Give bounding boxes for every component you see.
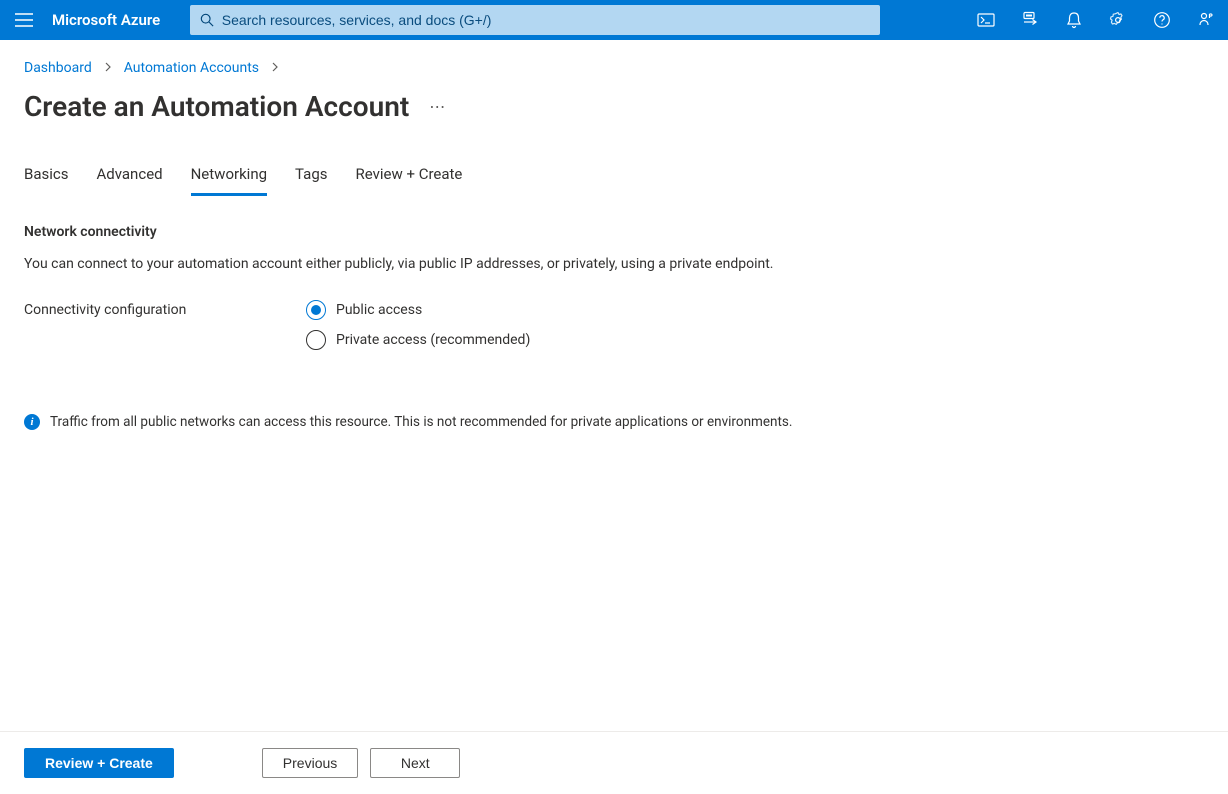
feedback-button[interactable] xyxy=(1184,0,1228,40)
breadcrumb: Dashboard Automation Accounts xyxy=(24,60,1204,76)
search-icon xyxy=(191,13,222,27)
notifications-button[interactable] xyxy=(1052,0,1096,40)
filter-icon xyxy=(1021,11,1039,29)
info-banner: i Traffic from all public networks can a… xyxy=(24,414,1204,430)
breadcrumb-automation-accounts[interactable]: Automation Accounts xyxy=(124,60,259,76)
next-button[interactable]: Next xyxy=(370,748,460,778)
previous-button[interactable]: Previous xyxy=(262,748,358,778)
tab-review-create[interactable]: Review + Create xyxy=(356,165,463,196)
page-title: Create an Automation Account xyxy=(24,90,409,123)
section-title: Network connectivity xyxy=(24,224,1204,240)
radio-dot-icon xyxy=(306,300,326,320)
brand-label[interactable]: Microsoft Azure xyxy=(48,11,178,29)
connectivity-label: Connectivity configuration xyxy=(24,300,306,318)
radio-public-access-label: Public access xyxy=(336,302,422,318)
search-input[interactable] xyxy=(222,12,879,28)
top-icon-tray xyxy=(964,0,1228,40)
breadcrumb-dashboard[interactable]: Dashboard xyxy=(24,60,92,76)
hamburger-icon xyxy=(15,13,33,27)
connectivity-field: Connectivity configuration Public access… xyxy=(24,300,1204,350)
tab-advanced[interactable]: Advanced xyxy=(97,165,163,196)
top-nav: Microsoft Azure xyxy=(0,0,1228,40)
global-search[interactable] xyxy=(190,5,880,35)
cloud-shell-icon xyxy=(977,12,995,28)
tab-strip: Basics Advanced Networking Tags Review +… xyxy=(24,165,1204,196)
feedback-icon xyxy=(1197,11,1215,29)
radio-public-access[interactable]: Public access xyxy=(306,300,530,320)
help-icon xyxy=(1153,11,1171,29)
page-content: Dashboard Automation Accounts Create an … xyxy=(0,40,1228,794)
review-create-button[interactable]: Review + Create xyxy=(24,748,174,778)
more-actions-button[interactable]: ⋯ xyxy=(425,93,449,120)
chevron-right-icon xyxy=(104,61,112,75)
directory-filter-button[interactable] xyxy=(1008,0,1052,40)
info-text: Traffic from all public networks can acc… xyxy=(50,414,792,430)
tab-tags[interactable]: Tags xyxy=(295,165,327,196)
radio-private-access[interactable]: Private access (recommended) xyxy=(306,330,530,350)
radio-dot-icon xyxy=(306,330,326,350)
bell-icon xyxy=(1066,11,1082,29)
wizard-footer: Review + Create Previous Next xyxy=(0,731,1228,794)
tab-networking[interactable]: Networking xyxy=(191,165,267,196)
settings-button[interactable] xyxy=(1096,0,1140,40)
chevron-right-icon xyxy=(271,61,279,75)
gear-icon xyxy=(1109,11,1127,29)
tab-basics[interactable]: Basics xyxy=(24,165,69,196)
radio-private-access-label: Private access (recommended) xyxy=(336,332,530,348)
menu-toggle[interactable] xyxy=(0,0,48,40)
cloud-shell-button[interactable] xyxy=(964,0,1008,40)
help-button[interactable] xyxy=(1140,0,1184,40)
info-icon: i xyxy=(24,414,40,430)
section-description: You can connect to your automation accou… xyxy=(24,254,924,274)
